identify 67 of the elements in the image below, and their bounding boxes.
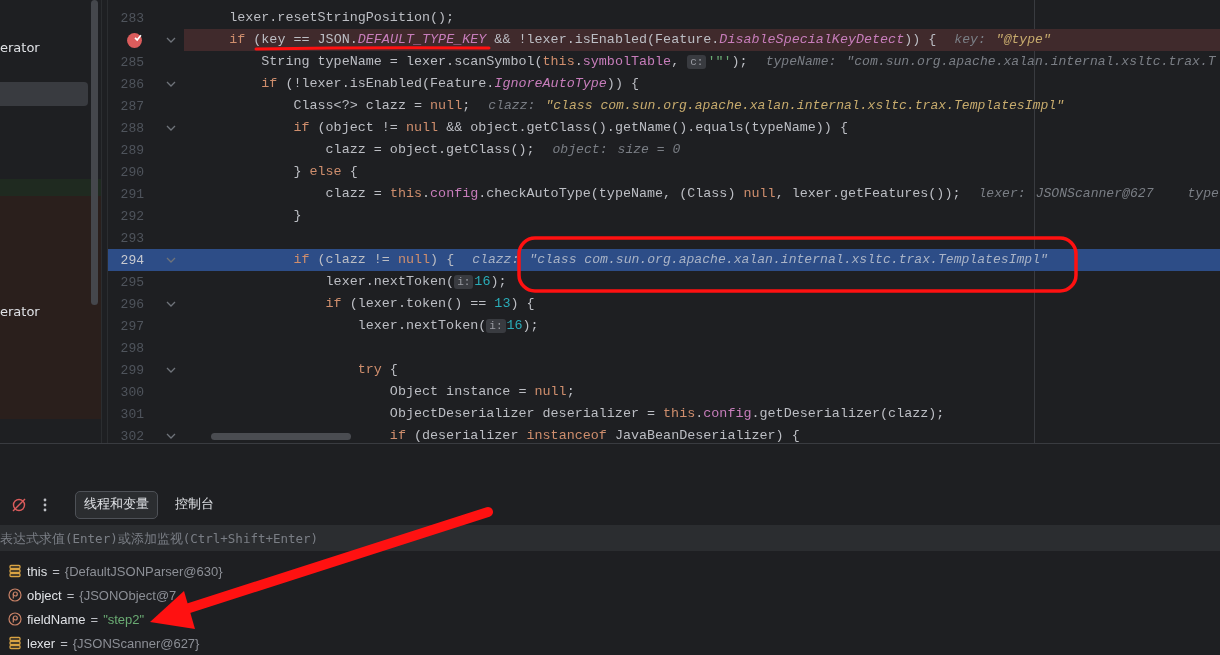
code-line: if (deserializer instanceof JavaBeanDeserializer) {	[389, 429, 800, 443]
inline-hint: lexer: JSONScanner@627	[978, 187, 1154, 201]
line-number: 285	[120, 54, 144, 70]
scrollbar-thumb[interactable]	[91, 0, 98, 305]
code-line: clazz = this.config.checkAutoType(typeName, (Class) null, lexer.getFeatures());	[325, 187, 961, 201]
code-line: lexer.nextToken( i: 16);	[357, 319, 539, 333]
stack-icon	[8, 636, 22, 650]
stack-icon	[8, 564, 22, 578]
code-line: lexer.nextToken( i: 16);	[325, 275, 507, 289]
inline-hint: typeName: "com.sun.org.apache.xalan.internal.xsltc.trax.T	[765, 55, 1216, 69]
scrollbar-thumb[interactable]	[211, 433, 351, 440]
code-line: String typeName = lexer.scanSymbol(this.symbolTable, c: '"');	[261, 55, 748, 69]
code-line: if (clazz != null) {	[293, 253, 455, 267]
line-number: 287	[120, 98, 144, 114]
inline-hint: type	[1187, 187, 1219, 201]
line-number: 301	[120, 406, 144, 422]
code-line: if (lexer.token() == 13) {	[325, 297, 535, 311]
tree-item[interactable]: erator	[0, 39, 40, 55]
variable-entry[interactable]: object = {JSONObject@7	[27, 587, 177, 603]
expression-field[interactable]: 表达式求值(Enter)或添加监视(Ctrl+Shift+Enter)	[0, 525, 1220, 551]
line-number: 295	[120, 274, 144, 290]
line-number: 286	[120, 76, 144, 92]
breakpoint-icon[interactable]	[126, 31, 143, 49]
inline-hint: clazz: "class com.sun.org.apache.xalan.internal.xsltc.trax.TemplatesImpl"	[472, 253, 1048, 267]
code-line: try {	[357, 363, 398, 377]
inline-hint: object: size = 0	[552, 143, 681, 157]
inline-hint: key: "@type"	[954, 33, 1051, 47]
line-number: 297	[120, 318, 144, 334]
panel-tab[interactable]: 控制台	[166, 490, 223, 519]
line-number: 289	[120, 142, 144, 158]
line-number: 299	[120, 362, 144, 378]
code-line: if (!lexer.isEnabled(Feature.IgnoreAutoType)) {	[261, 77, 639, 91]
fold-chevron-icon[interactable]	[166, 37, 176, 43]
code-line: clazz = object.getClass();	[325, 143, 535, 157]
fold-chevron-icon[interactable]	[166, 301, 176, 307]
line-number: 292	[120, 208, 144, 224]
code-line: if (key == JSON.DEFAULT_TYPE_KEY && !lexer.isEnabled(Feature.DisableSpecialKeyDetect)) {	[229, 33, 937, 47]
line-number: 283	[120, 10, 144, 26]
line-number: 296	[120, 296, 144, 312]
fold-chevron-icon[interactable]	[166, 81, 176, 87]
variable-entry[interactable]: fieldName = "step2"	[27, 611, 145, 627]
line-number: 302	[120, 428, 144, 443]
line-number: 291	[120, 186, 144, 202]
code-line: } else {	[293, 165, 358, 179]
tree-item[interactable]: erator	[0, 301, 40, 323]
code-line: ObjectDeserializer deserializer = this.config.getDeserializer(clazz);	[389, 407, 945, 421]
variable-entry[interactable]: lexer = {JSONScanner@627}	[27, 635, 200, 651]
parameter-icon	[8, 588, 22, 602]
code-line: }	[293, 209, 302, 223]
code-line: lexer.resetStringPosition();	[229, 11, 455, 25]
line-number: 288	[120, 120, 144, 136]
line-number: 298	[120, 340, 144, 356]
line-number: 290	[120, 164, 144, 180]
variable-entry[interactable]: this = {DefaultJSONParser@630}	[27, 563, 223, 579]
line-number: 294	[120, 252, 144, 268]
line-number: 293	[120, 230, 144, 246]
parameter-icon	[8, 612, 22, 626]
inline-hint: clazz: "class com.sun.org.apache.xalan.internal.xsltc.trax.TemplatesImpl"	[488, 99, 1064, 113]
fold-chevron-icon[interactable]	[166, 433, 176, 439]
code-line: if (object != null && object.getClass().getName().equals(typeName)) {	[293, 121, 848, 135]
code-line: Object instance = null;	[389, 385, 575, 399]
mute-breakpoints-icon[interactable]	[11, 496, 27, 513]
line-number: 300	[120, 384, 144, 400]
fold-chevron-icon[interactable]	[166, 367, 176, 373]
panel-tab[interactable]: 线程和变量	[75, 490, 158, 519]
fold-chevron-icon[interactable]	[166, 125, 176, 131]
code-line: Class<?> clazz = null;	[293, 99, 471, 113]
